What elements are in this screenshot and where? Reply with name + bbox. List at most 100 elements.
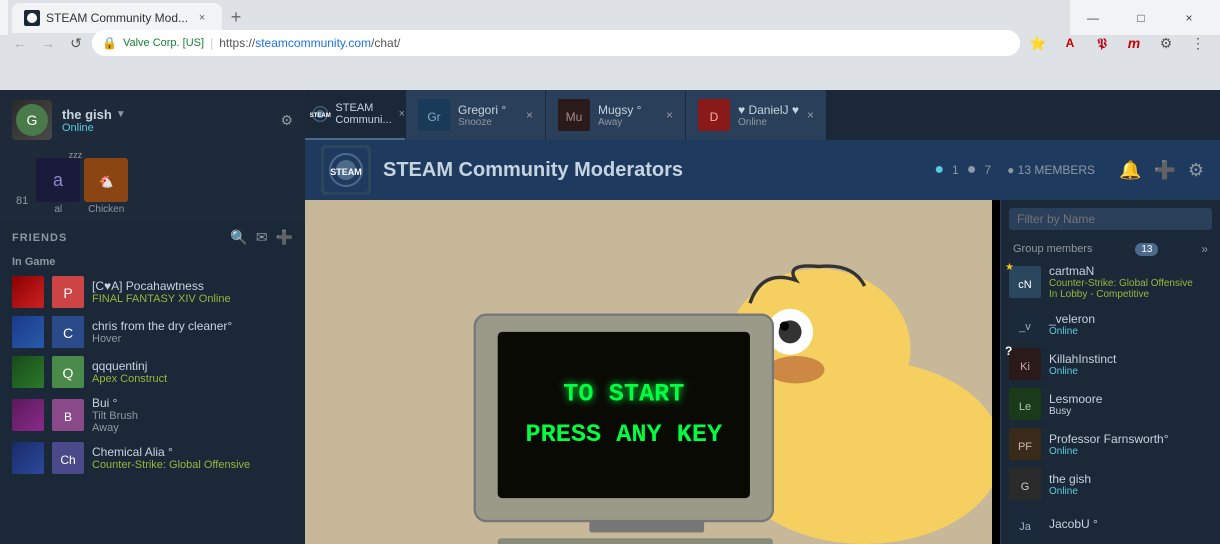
member-item-killah[interactable]: ? Ki KillahInstinct Online [1001,344,1220,384]
maximize-button[interactable]: □ [1118,2,1164,34]
chat-tab-daniel[interactable]: D ♥ DanielJ ♥ Online × [685,90,826,140]
new-tab-button[interactable]: + [222,4,250,32]
address-bar: ← → ↺ 🔒 Valve Corp. [US] | https://steam… [0,35,1220,55]
gish-member-info: the gish Online [1049,472,1212,497]
member-item-gish[interactable]: G the gish Online [1001,464,1220,504]
star-icon[interactable]: ⭐ [1024,29,1052,57]
farnsworth-avatar: PF [1009,428,1041,460]
user-avatar: G [12,100,52,140]
message-icon[interactable]: ✉ [256,229,268,246]
minimize-button[interactable]: — [1070,2,1116,34]
black-bar [992,200,1000,544]
friend-bui-avatar: B [52,399,84,431]
friend-chris-name: chris from the dry cleaner° [92,319,293,333]
lesmoore-status: Busy [1049,406,1212,417]
gish-member-status: Online [1049,486,1212,497]
members-filter-input[interactable] [1009,208,1212,230]
group-header-actions: 🔔 ➕ ⚙ [1119,160,1204,181]
lesmoore-name: Lesmoore [1049,392,1212,406]
killah-status: Online [1049,366,1212,377]
svg-text:STEAM: STEAM [330,167,362,177]
friend-item-qq[interactable]: Q qqquentinj Apex Construct [0,352,305,392]
svg-text:Gr: Gr [427,110,440,124]
extensions-icon[interactable]: ⚙ [1152,29,1180,57]
url-bar[interactable]: 🔒 Valve Corp. [US] | https://steamcommun… [92,30,1020,56]
member-item-farnsworth[interactable]: PF Professor Farnsworth° Online [1001,424,1220,464]
acrobat-icon[interactable]: A [1056,29,1084,57]
search-friends-icon[interactable]: 🔍 [230,229,247,246]
gish-member-name: the gish [1049,472,1212,486]
member-item-lesmoore[interactable]: Le Lesmoore Busy [1001,384,1220,424]
star-icon: ★ [1005,262,1014,273]
back-button[interactable]: ← [8,31,32,55]
browser-chrome: STEAM Community Mod... × + — □ × ← → ↺ 🔒… [0,0,1220,90]
steam-logo-area: STEAM STEAM Communi... × [305,90,405,140]
chat-tab-gregori[interactable]: Gr Gregori ° Snooze × [405,90,545,140]
in-game-label: In Game [0,252,305,272]
online-count: 1 [952,163,959,177]
url-separator: | [210,36,213,50]
chat-tabs-bar: STEAM STEAM Communi... × Gr Gregori ° Sn… [305,90,1220,140]
friend-chemical-details: Chemical Alia ° Counter-Strike: Global O… [92,445,293,471]
friend-al-label: al [54,204,62,215]
friend-item-chris[interactable]: C chris from the dry cleaner° Hover [0,312,305,352]
gregori-tab-info: Gregori ° Snooze [458,103,518,128]
friend-item-bui[interactable]: B Bui ° Tilt Brush Away [0,392,305,438]
friend-item-chemical[interactable]: Ch Chemical Alia ° Counter-Strike: Globa… [0,438,305,478]
veleron-avatar: _v [1009,308,1041,340]
menu-button[interactable]: ⋮ [1184,29,1212,57]
friend-pocah-details: [C♥A] Pocahawtness FINAL FANTASY XIV Onl… [92,279,293,305]
gregori-tab-avatar: Gr [418,99,450,131]
url-path: /chat/ [371,36,400,50]
svg-text:cN: cN [1018,279,1032,291]
friend-chris-status: Hover [92,333,293,345]
forward-button[interactable]: → [36,31,60,55]
tab-close-icon[interactable]: × [194,10,210,26]
add-member-icon[interactable]: ➕ [1153,160,1175,181]
steam-community-tab-label: STEAM Communi... [335,102,394,126]
mugsy-tab-close[interactable]: × [666,108,673,122]
gish-member-avatar: G [1009,468,1041,500]
friend-item-pocah[interactable]: P [C♥A] Pocahawtness FINAL FANTASY XIV O… [0,272,305,312]
member-item-jacob[interactable]: Ja JacobU ° [1001,504,1220,544]
member-item-veleron[interactable]: _v _veleron Online [1001,304,1220,344]
friend-chris-avatar: C [52,316,84,348]
friend-chemical-avatar: Ch [52,442,84,474]
veleron-status: Online [1049,326,1212,337]
friend-bui-details: Bui ° Tilt Brush Away [92,396,293,434]
close-button[interactable]: × [1166,2,1212,34]
friend-mini-al[interactable]: zzz a al [36,158,80,215]
svg-text:Q: Q [63,365,74,381]
cartman-sub: Counter-Strike: Global Offensive [1049,278,1212,289]
members-section-header: Group members 13 » [1001,238,1220,260]
cartman-info: cartmaN Counter-Strike: Global Offensive… [1049,264,1212,300]
svg-text:G: G [27,112,38,128]
member-item-cartman[interactable]: ★ cN cartmaN Counter-Strike: Global Offe… [1001,260,1220,304]
simpsons-svg: TO START PRESS ANY KEY [305,200,1000,544]
svg-text:Ch: Ch [60,453,75,467]
chat-image-area: TO START PRESS ANY KEY [305,200,1000,544]
friend-mini-chicken[interactable]: 🐔 Chicken [84,158,128,215]
settings-icon[interactable]: ⚙ [280,112,293,129]
add-friend-icon[interactable]: ➕ [276,229,293,246]
username: the gish ▼ [62,107,270,122]
pinterest-icon[interactable]: 𝕻 [1088,29,1116,57]
daniel-tab-close[interactable]: × [807,108,814,122]
killah-name: KillahInstinct [1049,352,1212,366]
m-icon[interactable]: m [1120,29,1148,57]
mugsy-tab-info: Mugsy ° Away [598,103,658,128]
gregori-tab-close[interactable]: × [526,108,533,122]
main-area: STEAM STEAM Communi... × Gr Gregori ° Sn… [305,90,1220,500]
reload-button[interactable]: ↺ [64,31,88,55]
active-tab[interactable]: STEAM Community Mod... × [12,3,222,33]
jacob-info: JacobU ° [1049,517,1212,531]
tab-favicon [24,10,40,26]
bell-icon[interactable]: 🔔 [1119,160,1141,181]
veleron-info: _veleron Online [1049,312,1212,337]
friends-actions: 🔍 ✉ ➕ [230,229,293,246]
chat-tab-mugsy[interactable]: Mu Mugsy ° Away × [545,90,685,140]
killah-info: KillahInstinct Online [1049,352,1212,377]
group-settings-icon[interactable]: ⚙ [1188,160,1204,181]
expand-icon[interactable]: » [1201,242,1208,256]
members-count-badge: 13 [1135,243,1158,256]
